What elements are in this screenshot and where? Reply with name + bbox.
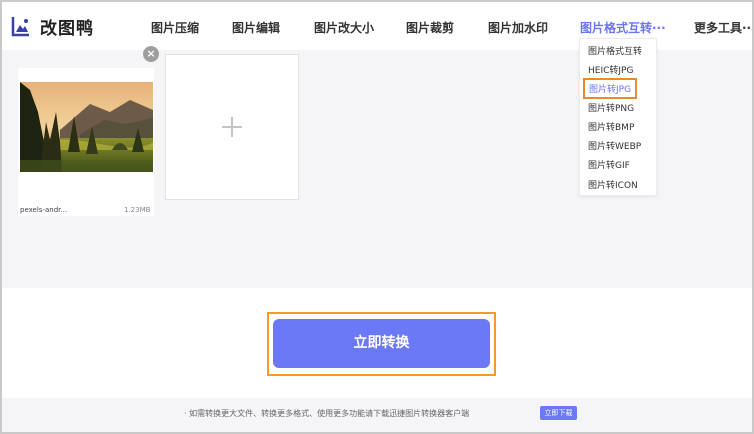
dropdown-item-to-jpg[interactable]: 图片转JPG (583, 78, 638, 99)
footer-bar: · 如需转换更大文件、转换更多格式、使用更多功能请下载迅捷图片转换器客户端 立即… (2, 398, 752, 432)
file-size: 1.23MB (124, 206, 151, 214)
file-name: pexels-andr... (20, 206, 68, 214)
download-now-button[interactable]: 立即下载 (540, 406, 577, 420)
dropdown-item-heic-to-jpg[interactable]: HEIC转JPG (588, 63, 633, 76)
dropdown-item-to-icon[interactable]: 图片转ICON (588, 178, 638, 191)
logo-text: 改图鸭 (40, 18, 94, 39)
convert-button-highlight: 立即转换 (267, 312, 496, 376)
image-thumbnail (20, 82, 153, 172)
plus-icon (222, 117, 242, 137)
file-card[interactable] (18, 68, 154, 216)
dropdown-item-to-gif[interactable]: 图片转GIF (588, 158, 630, 171)
nav-image-resize[interactable]: 图片改大小 (314, 19, 374, 36)
logo[interactable]: 改图鸭 (10, 14, 94, 39)
dropdown-item-format-convert[interactable]: 图片格式互转 (588, 44, 642, 57)
format-convert-dropdown: 图片格式互转 HEIC转JPG 图片转JPG 图片转PNG 图片转BMP 图片转… (579, 38, 657, 196)
footer-notice: · 如需转换更大文件、转换更多格式、使用更多功能请下载迅捷图片转换器客户端 (184, 409, 470, 418)
nav-more-tools[interactable]: 更多工具··· (694, 19, 752, 36)
remove-file-button[interactable]: × (143, 46, 159, 62)
window: 改图鸭 图片压缩 图片编辑 图片改大小 图片裁剪 图片加水印 图片格式互转···… (0, 0, 754, 434)
nav-image-crop[interactable]: 图片裁剪 (406, 19, 454, 36)
landscape-photo (20, 82, 153, 172)
nav-image-compress[interactable]: 图片压缩 (151, 19, 199, 36)
nav-image-watermark[interactable]: 图片加水印 (488, 19, 548, 36)
convert-now-button[interactable]: 立即转换 (273, 319, 490, 368)
logo-icon (11, 17, 29, 37)
dropdown-item-to-png[interactable]: 图片转PNG (588, 101, 634, 114)
dropdown-item-to-bmp[interactable]: 图片转BMP (588, 120, 634, 133)
dropdown-item-to-webp[interactable]: 图片转WEBP (588, 139, 641, 152)
nav-format-convert[interactable]: 图片格式互转··· (580, 19, 666, 36)
nav-image-edit[interactable]: 图片编辑 (232, 19, 280, 36)
add-image-button[interactable] (165, 54, 299, 200)
